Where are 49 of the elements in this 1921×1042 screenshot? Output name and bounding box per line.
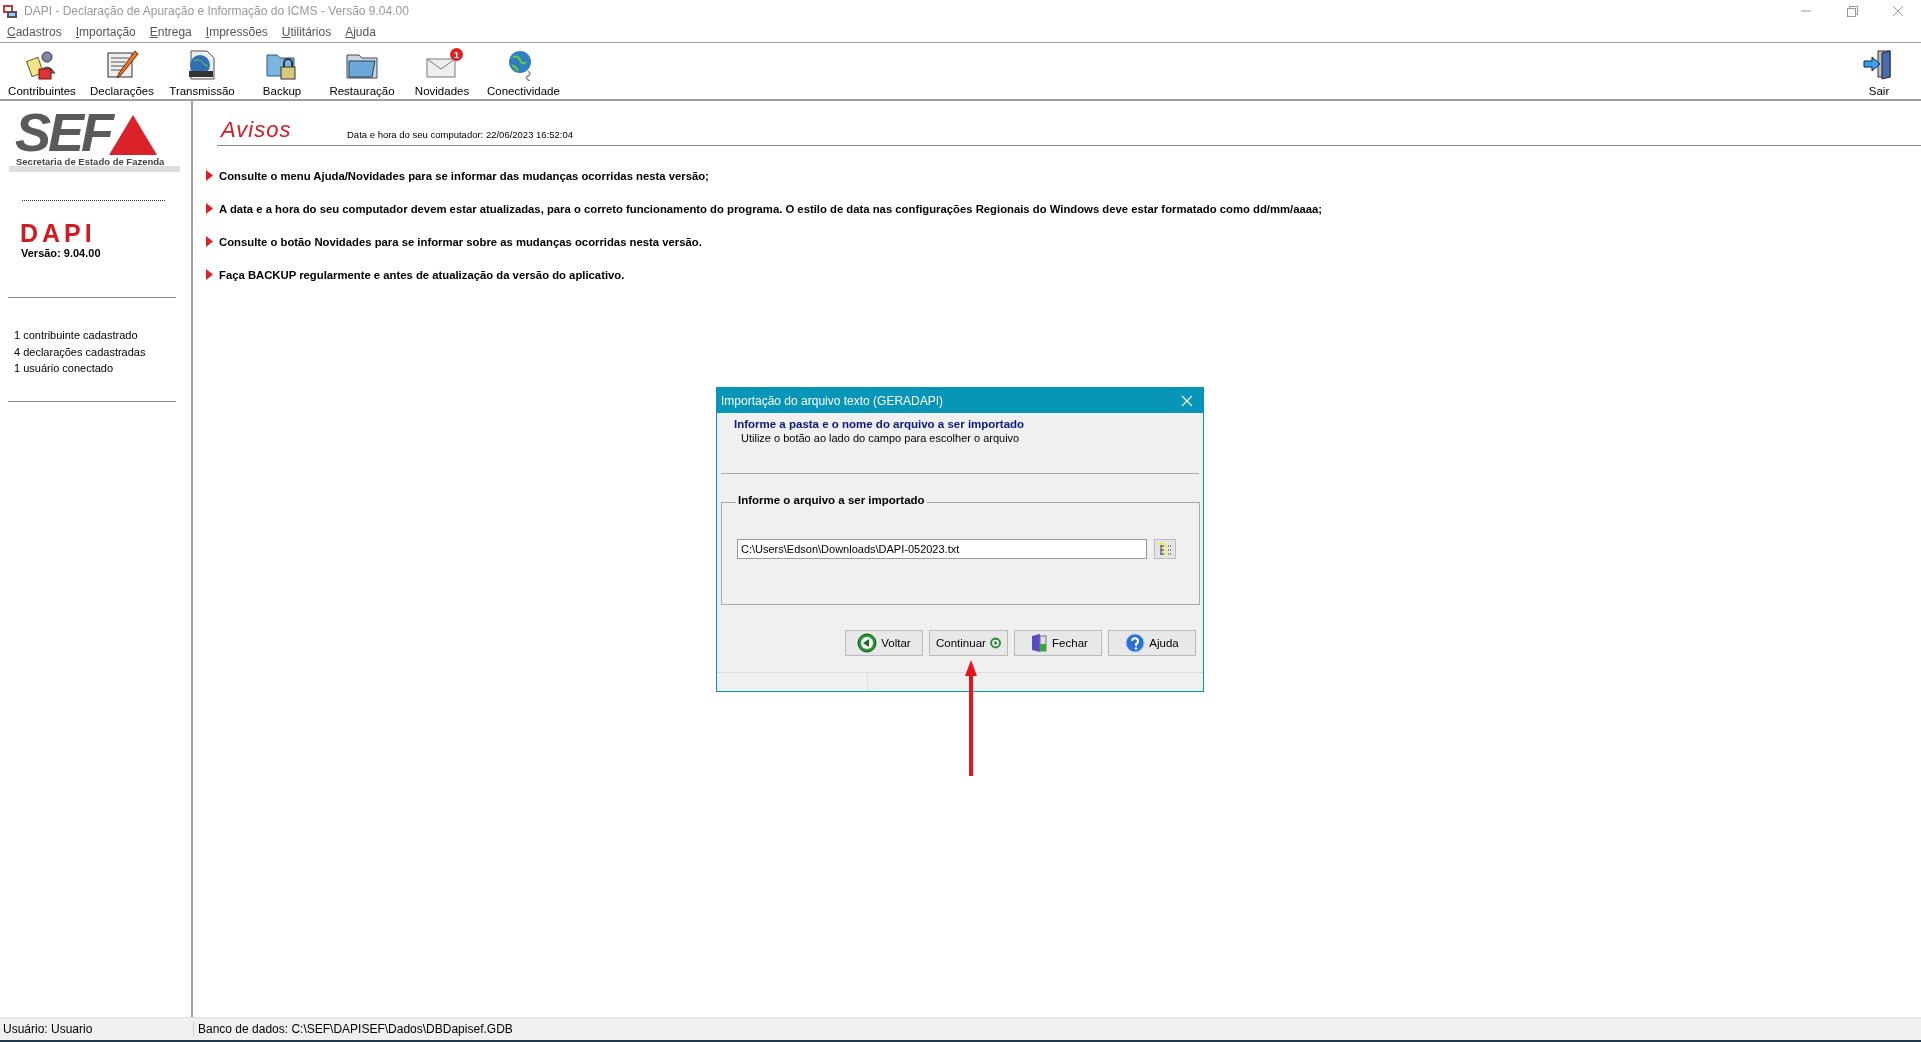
menu-item[interactable]: Entrega (149, 25, 192, 39)
continue-button[interactable]: Continuar (929, 630, 1008, 656)
menu-item[interactable]: Importação (75, 25, 136, 39)
datetime-text: Data e hora do seu computador: 22/06/2023 16:52:04 (347, 129, 574, 142)
dialog-subheading: Utilize o botão ao lado do campo para escolher o arquivo (741, 432, 1021, 444)
help-icon (1125, 633, 1146, 653)
help-button[interactable]: Ajuda (1108, 630, 1196, 656)
notices-title: Avisos (221, 117, 293, 143)
toolbar-button[interactable]: Backup (244, 47, 320, 99)
notification-badge: 1 (450, 48, 463, 61)
toolbar-button[interactable]: Restauração (324, 47, 400, 99)
folder-tree-icon (1158, 542, 1172, 556)
stat-text: 1 usuário conectado (14, 361, 115, 376)
toolbar-button[interactable]: Transmissão (164, 47, 240, 99)
toolbar-button[interactable]: Contribuintes (4, 47, 80, 99)
bullet-icon (206, 236, 213, 247)
status-database: Banco de dados: C:\SEF\DAPISEF\Dados\DBDapisef.GDB (197, 1022, 513, 1036)
menu-item[interactable]: Impressões (205, 25, 268, 39)
bullet-icon (206, 170, 213, 181)
close-icon[interactable] (1180, 393, 1194, 408)
notice-text: Consulte o menu Ajuda/Novidades para se informar das mudanças ocorridas nesta versão; (219, 169, 709, 182)
bullet-icon (206, 269, 213, 280)
bullet-icon (206, 203, 213, 214)
notice-text: A data e a hora do seu computador devem estar atualizadas, para o correto funcionamento do programa. O estilo de data nas configurações Regionais do Windows deve estar formatado como dd/mm/aaaa; (219, 202, 1323, 215)
close-button[interactable]: Fechar (1014, 630, 1102, 656)
version-label: Versão: 9.04.00 (21, 247, 101, 259)
arrow-left-icon (857, 633, 878, 653)
person-card-icon (25, 49, 59, 81)
window-title: DAPI - Declaração de Apuração e Informação do ICMS - Versão 9.04.00 (24, 4, 410, 18)
menu-item[interactable]: Ajuda (345, 25, 376, 39)
dialog-title: Importação do arquivo texto (GERADAPI) (721, 393, 944, 408)
exit-button[interactable]: Sair (1841, 47, 1917, 99)
group-label: Informe o arquivo a ser importado (736, 494, 927, 506)
stat-text: 1 contribuinte cadastrado (14, 328, 139, 343)
dialog-heading: Informe a pasta e o nome do arquivo a ser importado (734, 418, 1026, 430)
notice-text: Consulte o botão Novidades para se informar sobre as mudanças ocorridas nesta versão. (219, 235, 702, 248)
stat-text: 4 declarações cadastradas (14, 344, 146, 360)
toolbar-button[interactable]: Declarações (84, 47, 160, 99)
app-name: DAPI (20, 221, 96, 245)
browse-button[interactable] (1154, 539, 1176, 559)
back-button[interactable]: Voltar (845, 630, 923, 656)
status-user: Usuário: Usuario (0, 1022, 194, 1036)
document-pencil-icon (105, 49, 139, 81)
notice-text: Faça BACKUP regularmente e antes de atualização da versão do aplicativo. (219, 268, 625, 281)
toolbar-button[interactable]: Conectividade (484, 47, 563, 99)
toolbar-button[interactable]: 1 Novidades (404, 47, 480, 99)
menu-item[interactable]: Utilitários (281, 25, 332, 39)
file-path-field[interactable]: C:\Users\Edson\Downloads\DAPI-052023.txt (737, 539, 1147, 559)
menu-item[interactable]: Cadastros (7, 25, 62, 39)
